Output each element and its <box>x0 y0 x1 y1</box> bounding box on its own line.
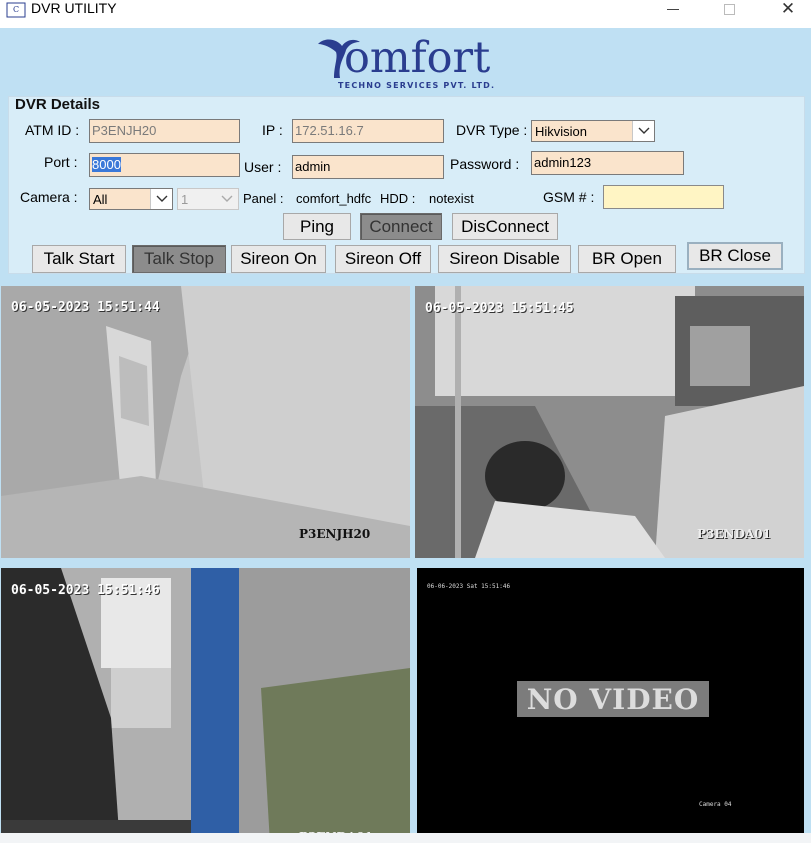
minimize-button[interactable] <box>650 0 696 18</box>
gsm-label: GSM # : <box>543 189 595 205</box>
chevron-down-icon <box>150 189 172 209</box>
maximize-icon <box>723 3 735 15</box>
camera-view-1[interactable]: 06-05-2023 15:51:44 P3ENJH20 <box>1 286 410 558</box>
logo-wordmark: omfort <box>344 33 491 83</box>
camera-2-image <box>415 286 804 558</box>
atm-id-label: ATM ID : <box>25 122 80 138</box>
camera-view-3[interactable]: 06-05-2023 15:51:46 P3ENDA01 <box>1 568 410 843</box>
gsm-field[interactable] <box>603 185 724 209</box>
svg-text:C: C <box>13 5 19 14</box>
maximize-button[interactable] <box>706 0 752 18</box>
window-title: DVR UTILITY <box>31 0 117 16</box>
password-field[interactable]: admin123 <box>531 151 684 175</box>
main-form: omfort TECHNO SERVICES PVT. LTD. DVR Det… <box>0 28 811 843</box>
ip-field[interactable]: 172.51.16.7 <box>292 119 444 143</box>
chevron-down-icon <box>632 121 654 141</box>
camera-number-value: 1 <box>181 192 189 207</box>
connect-button[interactable]: Connect <box>360 213 442 240</box>
close-button[interactable]: ✕ <box>765 0 811 19</box>
dvr-type-value: Hikvision <box>535 124 588 139</box>
company-logo: omfort TECHNO SERVICES PVT. LTD. <box>300 30 520 94</box>
app-logo-icon: C <box>6 2 26 18</box>
panel-label: Panel : <box>243 191 284 206</box>
password-label: Password : <box>450 156 520 172</box>
camera-select[interactable]: All <box>89 188 173 210</box>
dvr-type-select[interactable]: Hikvision <box>531 120 655 142</box>
panel-value: comfort_hdfc <box>296 191 372 206</box>
atm-id-field[interactable]: P3ENJH20 <box>89 119 240 143</box>
port-value: 8000 <box>92 157 121 172</box>
disconnect-button[interactable]: DisConnect <box>452 213 558 240</box>
hdd-value: notexist <box>429 191 474 206</box>
talk-stop-button[interactable]: Talk Stop <box>132 245 226 273</box>
chevron-down-icon <box>216 189 238 209</box>
camera-1-label: P3ENJH20 <box>299 527 371 541</box>
camera-1-image <box>1 286 410 558</box>
camera-label: Camera : <box>20 189 78 205</box>
camera-4-timestamp: 06-06-2023 Sat 15:51:46 <box>427 583 511 590</box>
background-taskbar-strip <box>0 833 811 843</box>
ip-label: IP : <box>262 122 283 138</box>
camera-3-timestamp: 06-05-2023 15:51:46 <box>11 583 160 598</box>
camera-3-image <box>1 568 410 843</box>
br-close-button[interactable]: BR Close <box>687 242 783 270</box>
user-label: User : <box>244 159 282 175</box>
camera-value: All <box>93 192 108 207</box>
camera-view-4[interactable]: 06-06-2023 Sat 15:51:46 NO VIDEO Camera … <box>417 568 804 833</box>
sireon-disable-button[interactable]: Sireon Disable <box>438 245 571 273</box>
ping-button[interactable]: Ping <box>283 213 351 240</box>
hdd-label: HDD : <box>380 191 416 206</box>
logo-subtitle: TECHNO SERVICES PVT. LTD. <box>338 81 496 90</box>
minimize-icon <box>667 8 679 10</box>
camera-number-select[interactable]: 1 <box>177 188 239 210</box>
sireon-on-button[interactable]: Sireon On <box>231 245 326 273</box>
camera-2-label: P3ENDA01 <box>697 527 771 541</box>
user-field[interactable]: admin <box>292 155 444 179</box>
port-field[interactable]: 8000 <box>89 153 240 177</box>
no-video-indicator: NO VIDEO <box>517 681 709 717</box>
close-icon: ✕ <box>780 0 796 19</box>
br-open-button[interactable]: BR Open <box>578 245 676 273</box>
talk-start-button[interactable]: Talk Start <box>32 245 126 273</box>
camera-4-label: Camera 04 <box>699 801 732 808</box>
sireon-off-button[interactable]: Sireon Off <box>335 245 431 273</box>
port-label: Port : <box>44 154 78 170</box>
camera-2-timestamp: 06-05-2023 15:51:45 <box>425 301 574 316</box>
camera-1-timestamp: 06-05-2023 15:51:44 <box>11 300 160 315</box>
dvr-details-group: DVR Details ATM ID : P3ENJH20 IP : 172.5… <box>8 96 805 274</box>
group-title: DVR Details <box>15 96 101 113</box>
dvr-type-label: DVR Type : <box>456 122 528 138</box>
camera-view-2[interactable]: 06-05-2023 15:51:45 P3ENDA01 <box>415 286 804 558</box>
title-bar: C DVR UTILITY ✕ <box>0 0 811 28</box>
